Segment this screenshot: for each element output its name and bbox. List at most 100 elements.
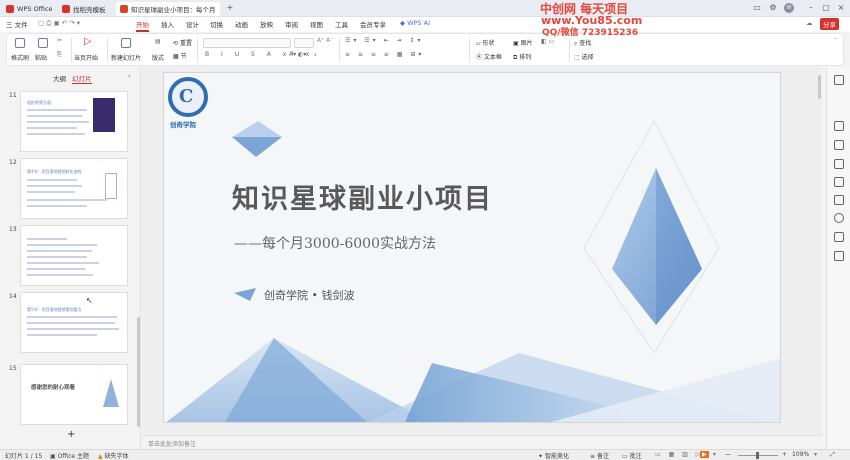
zoom-dropdown-icon[interactable]: ▾	[814, 451, 817, 458]
from-current-label[interactable]: 当页开始	[74, 53, 98, 62]
collapse-pane-icon[interactable]: ‹	[128, 72, 131, 80]
format-painter-label[interactable]: 格式刷	[11, 53, 29, 62]
shape-button[interactable]: ▱ 形状	[476, 38, 495, 47]
notes-toggle[interactable]: ≡ 备注	[590, 451, 609, 460]
menu-review[interactable]: 审阅	[285, 19, 298, 29]
share-button[interactable]: 分享	[820, 18, 839, 30]
font-name-select[interactable]	[203, 38, 291, 48]
select-button[interactable]: ⬚ 选择	[574, 52, 594, 61]
play-icon[interactable]: ▶	[700, 451, 709, 458]
ribbon-toolbar: 格式刷 粘贴 ✂ ⎘ ▷ 当页开始 新建幻灯片 ▤ 版式 ⟲ 重置 ▦ 节 A⁺…	[6, 28, 844, 66]
slide-thumbnail-13[interactable]	[20, 225, 128, 286]
comment-toggle[interactable]: ▭ 批注	[622, 451, 642, 460]
minimize-icon[interactable]: –	[806, 3, 816, 13]
paste-icon[interactable]	[38, 38, 48, 48]
tab-label: 知识星球副业小项目：每个月	[131, 6, 216, 14]
layout-label[interactable]: 版式	[152, 53, 164, 62]
paste-label[interactable]: 粘贴	[35, 53, 47, 62]
panel-toggle-icon[interactable]	[834, 75, 844, 85]
thumb-scrollbar[interactable]	[137, 317, 140, 427]
reset-label[interactable]: ⟲ 重置	[173, 38, 192, 47]
editor-scrollbar[interactable]	[818, 75, 821, 99]
zoom-in-button[interactable]: +	[782, 451, 787, 458]
select-icon: ⬚	[574, 54, 582, 61]
menu-transition[interactable]: 切换	[210, 19, 223, 29]
menu-member[interactable]: 会员专享	[360, 19, 386, 29]
slide-title[interactable]: 知识星球副业小项目	[232, 177, 493, 216]
copy-icon[interactable]: ⎘	[57, 51, 62, 59]
fill-icon[interactable]: ◧ ▭	[541, 38, 554, 45]
share-icon[interactable]	[834, 251, 844, 261]
settings-icon[interactable]: ⚙	[768, 3, 778, 13]
collapse-ribbon-icon[interactable]: ⌃	[833, 37, 838, 44]
menu-view[interactable]: 视图	[310, 19, 323, 29]
theme-indicator[interactable]: ▣ Office 主题	[50, 451, 89, 460]
slide-author[interactable]: 创奇学院 • 钱剑波	[264, 287, 354, 303]
font-size-select[interactable]	[294, 38, 314, 48]
textbox-label: 文本框	[483, 54, 502, 61]
slide-thumbnail-14[interactable]: 第5节：项目落地营销策划要点	[20, 292, 128, 353]
menu-slideshow[interactable]: 放映	[260, 19, 273, 29]
menu-animation[interactable]: 动画	[235, 19, 248, 29]
menu-insert[interactable]: 插入	[161, 19, 174, 29]
find-button[interactable]: ⌕ 查找	[574, 38, 591, 48]
paragraph-list-icons[interactable]: ☰▾ ☰▾ ⇤ ⇥ ↕▾	[345, 37, 424, 44]
tab-wps-office[interactable]: WPS Office	[2, 2, 52, 16]
notes-pane[interactable]: 单击此处添加备注	[142, 435, 822, 449]
avatar[interactable]: W	[784, 3, 794, 13]
zoom-out-button[interactable]: —	[725, 451, 731, 458]
font-grow-icon[interactable]: A⁺ A⁻	[317, 37, 333, 44]
section-label[interactable]: ▦ 节	[173, 51, 187, 60]
cut-icon[interactable]: ✂	[57, 37, 62, 44]
fit-window-icon[interactable]: ⤢	[830, 451, 835, 459]
menu-home[interactable]: 开始	[136, 19, 149, 32]
missing-font-indicator[interactable]: ▲ 缺失字体	[98, 451, 129, 460]
close-tab-icon[interactable]: ×	[220, 5, 221, 13]
add-slide-button[interactable]: +	[67, 429, 75, 440]
zoom-level[interactable]: 109%	[792, 451, 809, 458]
file-menu[interactable]: 三 文件	[6, 19, 28, 29]
new-slide-label[interactable]: 新建幻灯片	[111, 53, 141, 62]
slide-canvas[interactable]: C 创奇学院 知识星球副业小项目 ——每个月3000-6000实战方法 创奇学院…	[163, 72, 781, 423]
menu-design[interactable]: 设计	[186, 19, 199, 29]
smart-beautify-button[interactable]: ✦ 智能美化	[538, 451, 569, 460]
textbox-button[interactable]: Ⓐ 文本框	[476, 52, 502, 61]
slide-thumbnail-12[interactable]: 第4节：项目落地营销转化流程	[20, 158, 128, 219]
thumb-heading: 第5节：项目落地营销策划要点	[27, 307, 82, 312]
play-options-icon[interactable]: ▾	[713, 451, 716, 458]
arrange-button[interactable]: ⧉ 排列	[513, 52, 531, 62]
format-painter-icon[interactable]	[15, 38, 25, 48]
close-icon[interactable]: ×	[836, 3, 846, 13]
wps-ai-button[interactable]: ◆ WPS AI	[400, 19, 430, 27]
cloud-icon[interactable]: ☁	[806, 19, 813, 27]
slide-subtitle[interactable]: ——每个月3000-6000实战方法	[234, 233, 436, 253]
play-from-current-icon[interactable]: ▷	[84, 36, 92, 47]
tab-outline[interactable]: 大纲	[53, 73, 66, 83]
slide-thumbnail-15[interactable]: 感谢您的耐心观看	[20, 364, 128, 425]
layout-icon[interactable]: ▤	[155, 38, 161, 45]
tab-document[interactable]: 知识星球副业小项目：每个月 ×	[116, 2, 220, 16]
paragraph-align-icons[interactable]: ≡ ≡ ≡ ≡ ▦ ⊞▾	[345, 51, 424, 58]
view-mode-icons[interactable]: ▭ ▦ ▥ ▷	[655, 451, 703, 458]
help-icon[interactable]	[834, 232, 844, 242]
tab-slides[interactable]: 幻灯片	[72, 73, 92, 84]
maximize-icon[interactable]: ▢	[821, 3, 831, 13]
quick-access-icons[interactable]: ▢ ⎙ ▣ ↶ ↷ ▾	[38, 19, 80, 28]
settings-icon[interactable]	[834, 213, 844, 223]
zoom-slider-handle[interactable]	[756, 452, 759, 459]
menu-tools[interactable]: 工具	[335, 19, 348, 29]
select-tool-icon[interactable]	[834, 121, 844, 131]
text-color-icon[interactable]: A▾ ◐▾	[289, 51, 306, 58]
image-button[interactable]: ▣ 图片	[513, 38, 533, 47]
slideshow-icon[interactable]	[834, 195, 844, 205]
new-tab-button[interactable]: +	[225, 3, 235, 13]
tab-template[interactable]: 找稻壳模板	[58, 2, 112, 16]
style-icon[interactable]	[834, 140, 844, 150]
theme-icon: ▣	[50, 453, 58, 460]
slide-thumbnail-11[interactable]: 组织考察方面：	[20, 91, 128, 152]
layout-icon[interactable]: ▭	[752, 3, 762, 13]
new-slide-icon[interactable]	[121, 38, 131, 48]
transition-icon[interactable]	[834, 159, 844, 169]
animation-icon[interactable]	[834, 177, 844, 187]
ppt-file-icon	[120, 5, 128, 13]
